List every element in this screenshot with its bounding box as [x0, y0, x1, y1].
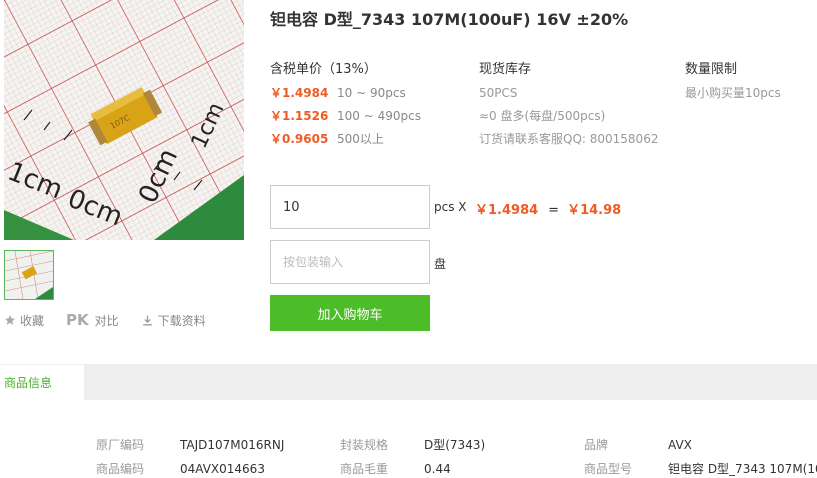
favorite-button[interactable]: 收藏 [4, 312, 44, 329]
calc-equals: = [548, 203, 560, 218]
spec-label: 原厂编码 [96, 438, 145, 452]
product-thumbnail[interactable] [4, 250, 54, 300]
product-title: 钽电容 D型_7343 107M(100uF) 16V ±20% [270, 10, 629, 29]
product-actions: 收藏 PK 对比 下载资料 [4, 311, 228, 329]
calc-total: ￥14.98 [567, 203, 622, 218]
thumbnail-photo [5, 251, 53, 299]
pk-icon: PK [66, 311, 89, 329]
stock-quantity: 50PCS [479, 86, 518, 100]
price-tier: ￥1.4984 10 ~ 90pcs [270, 82, 406, 104]
product-image[interactable]: 1cm 0cm 0cm 1cm 107C [4, 0, 244, 240]
favorite-label: 收藏 [20, 313, 45, 328]
spec-label: 封装规格 [340, 438, 389, 452]
price-tier: ￥0.9605 500以上 [270, 128, 384, 150]
download-label: 下载资料 [157, 313, 206, 328]
stock-header: 现货库存 [479, 62, 532, 77]
price-calculation: ￥1.4984 = ￥14.98 [475, 199, 621, 218]
calc-unit-price: ￥1.4984 [475, 203, 539, 218]
compare-button[interactable]: PK 对比 [66, 311, 119, 329]
download-icon [141, 314, 154, 327]
min-order-text: 最小购买量10pcs [685, 86, 781, 100]
tier-range: 100 ~ 490pcs [337, 109, 421, 123]
product-photo: 1cm 0cm 0cm 1cm 107C [4, 0, 244, 240]
spec-label: 商品编码 [96, 462, 145, 476]
add-to-cart-button[interactable]: 加入购物车 [270, 295, 430, 331]
spec-value: 钽电容 D型_7343 107M(10. [668, 462, 817, 476]
price-tier: ￥1.1526 100 ~ 490pcs [270, 105, 421, 127]
stock-reels: ≈0 盘多(每盘/500pcs) [479, 109, 606, 123]
tier-price: ￥0.9605 [270, 132, 329, 146]
package-unit: 盘 [434, 257, 447, 271]
spec-value: 0.44 [424, 462, 451, 476]
tier-range: 500以上 [337, 132, 384, 146]
stock-contact: 订货请联系客服QQ: 800158062 [479, 132, 659, 146]
download-button[interactable]: 下载资料 [141, 312, 206, 329]
spec-value: 04AVX014663 [180, 462, 265, 476]
quantity-unit: pcs X [434, 200, 467, 214]
quantity-input[interactable] [270, 185, 430, 229]
spec-label: 品牌 [584, 438, 609, 452]
tier-range: 10 ~ 90pcs [337, 86, 406, 100]
spec-value: D型(7343) [424, 438, 486, 452]
package-input[interactable] [270, 240, 430, 284]
spec-label: 商品毛重 [340, 462, 389, 476]
tier-price: ￥1.4984 [270, 86, 329, 100]
spec-value: AVX [668, 438, 692, 452]
compare-label: 对比 [94, 313, 119, 328]
tab-product-info[interactable]: 商品信息 [0, 364, 84, 400]
spec-value: TAJD107M016RNJ [180, 438, 285, 452]
star-icon [4, 314, 16, 326]
detail-tab-bar: 商品信息 [0, 364, 817, 400]
limit-header: 数量限制 [685, 62, 738, 77]
spec-label: 商品型号 [584, 462, 633, 476]
tier-price: ￥1.1526 [270, 109, 329, 123]
pricing-header: 含税单价（13%） [270, 62, 377, 77]
